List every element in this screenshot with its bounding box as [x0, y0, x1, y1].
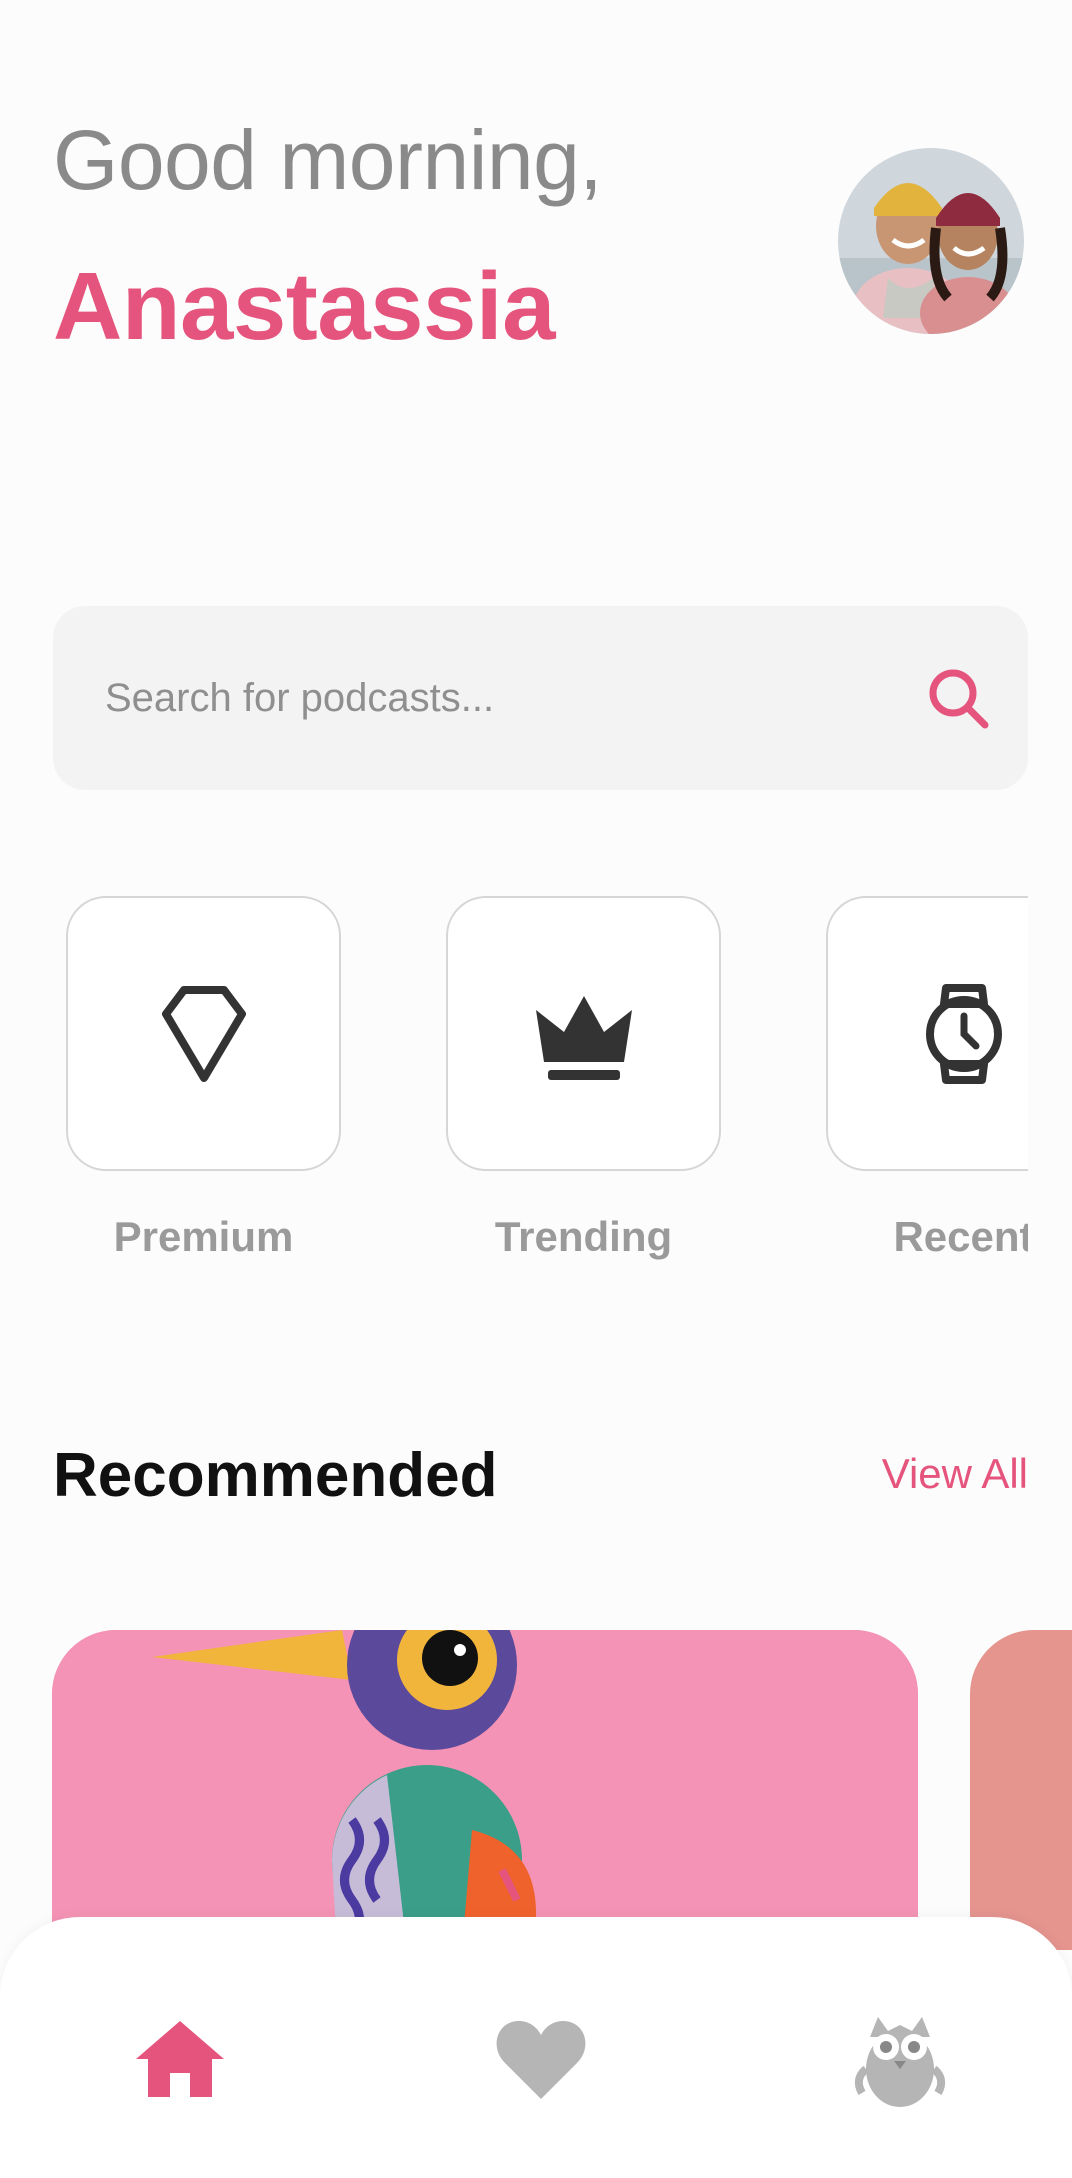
recommended-title: Recommended — [53, 1441, 498, 1510]
category-premium-label: Premium — [113, 1213, 294, 1260]
nav-profile[interactable] — [845, 2004, 955, 2114]
search-bar[interactable] — [53, 606, 1028, 790]
category-recent-label: Recent — [893, 1213, 1028, 1260]
diamond-icon — [161, 985, 246, 1082]
nav-favorites[interactable] — [486, 2004, 596, 2114]
view-all-link[interactable]: View All — [882, 1450, 1028, 1498]
category-recent-box[interactable] — [826, 896, 1028, 1171]
category-recent[interactable]: Recent — [826, 896, 1028, 1261]
bottom-navigation — [0, 1917, 1072, 2178]
nav-home[interactable] — [125, 2004, 235, 2114]
recommended-card-next[interactable] — [970, 1630, 1072, 1950]
home-icon — [136, 2021, 224, 2097]
search-icon — [929, 669, 989, 729]
search-button[interactable] — [918, 658, 998, 738]
category-trending-label: Trending — [494, 1213, 673, 1260]
greeting-text: Good morning, — [53, 113, 603, 207]
category-trending[interactable]: Trending — [446, 896, 721, 1261]
avatar[interactable] — [838, 148, 1024, 334]
category-premium[interactable]: Premium — [66, 896, 341, 1261]
heart-icon — [496, 2021, 586, 2099]
search-input[interactable] — [105, 675, 885, 721]
category-trending-box[interactable] — [446, 896, 721, 1171]
crown-icon — [535, 995, 632, 1080]
category-premium-box[interactable] — [66, 896, 341, 1171]
card-artwork — [52, 1630, 918, 1950]
category-list: Premium Trending Recent — [53, 896, 1028, 1266]
owl-icon — [854, 2017, 946, 2107]
user-name: Anastassia — [53, 253, 555, 360]
watch-icon — [925, 983, 1002, 1084]
avatar-photo — [838, 148, 1024, 334]
home-screen: Good morning, Anastassia Search for podc… — [0, 0, 1072, 2178]
recommended-card[interactable] — [52, 1630, 918, 1950]
